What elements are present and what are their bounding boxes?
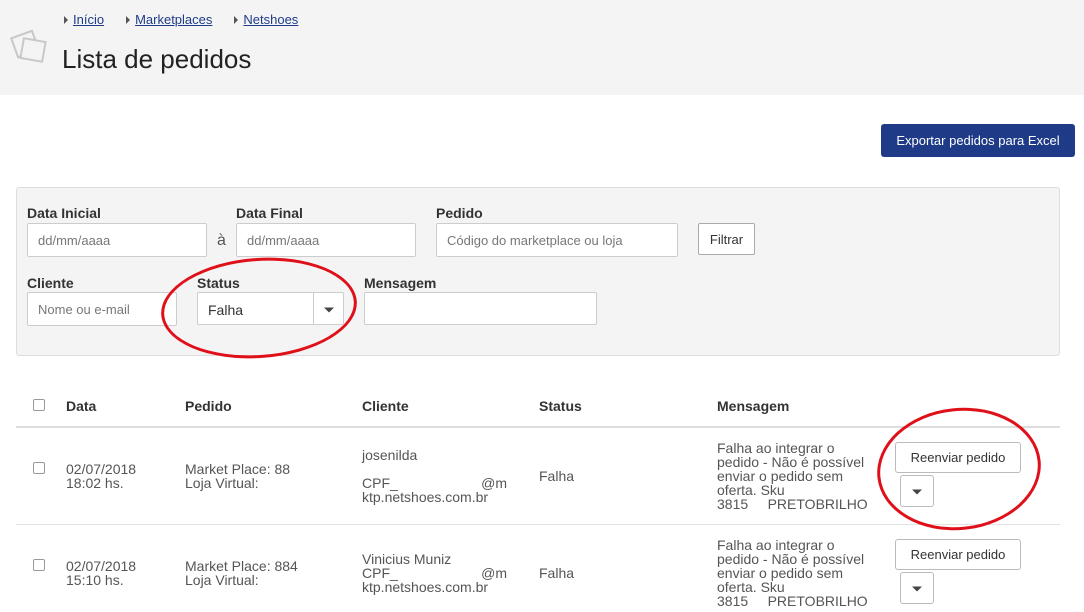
mensagem-label: Mensagem <box>364 275 437 291</box>
caret-down-icon <box>912 586 922 592</box>
caret-down-icon <box>912 489 922 495</box>
status-select-arrow[interactable] <box>313 293 343 324</box>
caret-down-icon <box>323 307 334 312</box>
chevron-right-icon <box>126 15 131 24</box>
select-all-checkbox[interactable] <box>33 399 45 411</box>
date-separator: à <box>217 232 226 249</box>
row-pedido: Market Place: 88 Loja Virtual: <box>185 461 291 491</box>
status-select[interactable]: Falha <box>197 292 344 325</box>
resend-order-button[interactable]: Reenviar pedido <box>895 442 1021 473</box>
header-pedido: Pedido <box>185 398 232 414</box>
filter-button[interactable]: Filtrar <box>698 223 755 255</box>
page-title: Lista de pedidos <box>62 44 252 74</box>
row-message: Falha ao integrar o pedido - Não é possív… <box>717 440 868 512</box>
row-date: 02/07/2018 15:10 hs. <box>66 558 137 588</box>
header-mensagem: Mensagem <box>717 398 790 414</box>
breadcrumb: Início Marketplaces Netshoes <box>64 12 320 27</box>
row-message: Falha ao integrar o pedido - Não é possív… <box>717 537 868 609</box>
document-icon <box>10 29 47 63</box>
chevron-right-icon <box>64 15 68 24</box>
row-divider <box>16 524 1060 525</box>
header-cliente: Cliente <box>362 398 409 414</box>
row-actions-dropdown[interactable] <box>900 572 934 604</box>
breadcrumb-netshoes[interactable]: Netshoes <box>243 12 298 27</box>
data-inicial-label: Data Inicial <box>27 205 101 221</box>
resend-order-button[interactable]: Reenviar pedido <box>895 539 1021 570</box>
row-checkbox[interactable] <box>33 559 45 571</box>
row-checkbox[interactable] <box>33 462 45 474</box>
row-date: 02/07/2018 18:02 hs. <box>66 461 137 491</box>
row-status: Falha <box>539 468 575 484</box>
cliente-label: Cliente <box>27 275 74 291</box>
pedido-label: Pedido <box>436 205 483 221</box>
cliente-input[interactable] <box>27 292 177 326</box>
header-data: Data <box>66 398 97 414</box>
filter-panel: Data Inicial à Data Final Pedido Filtrar… <box>16 187 1060 356</box>
data-inicial-input[interactable] <box>27 223 207 257</box>
status-select-value: Falha <box>208 302 244 318</box>
row-status: Falha <box>539 565 575 581</box>
row-cliente: josenilda CPF_ @m ktp.netshoes.com.br <box>362 447 507 505</box>
export-excel-button[interactable]: Exportar pedidos para Excel <box>881 124 1075 157</box>
chevron-right-icon <box>234 15 239 24</box>
page-header: Início Marketplaces Netshoes Lista de pe… <box>0 0 1084 95</box>
breadcrumb-inicio[interactable]: Início <box>73 12 104 27</box>
header-status: Status <box>539 398 582 414</box>
row-pedido: Market Place: 884 Loja Virtual: <box>185 558 298 588</box>
data-final-label: Data Final <box>236 205 303 221</box>
pedido-input[interactable] <box>436 223 678 257</box>
data-final-input[interactable] <box>236 223 416 257</box>
row-actions-dropdown[interactable] <box>900 475 934 507</box>
mensagem-input[interactable] <box>364 292 597 325</box>
status-label: Status <box>197 275 240 291</box>
table-header-divider <box>16 426 1060 428</box>
breadcrumb-marketplaces[interactable]: Marketplaces <box>135 12 212 27</box>
row-cliente: Vinicius Muniz CPF_ @m ktp.netshoes.com.b… <box>362 551 507 595</box>
